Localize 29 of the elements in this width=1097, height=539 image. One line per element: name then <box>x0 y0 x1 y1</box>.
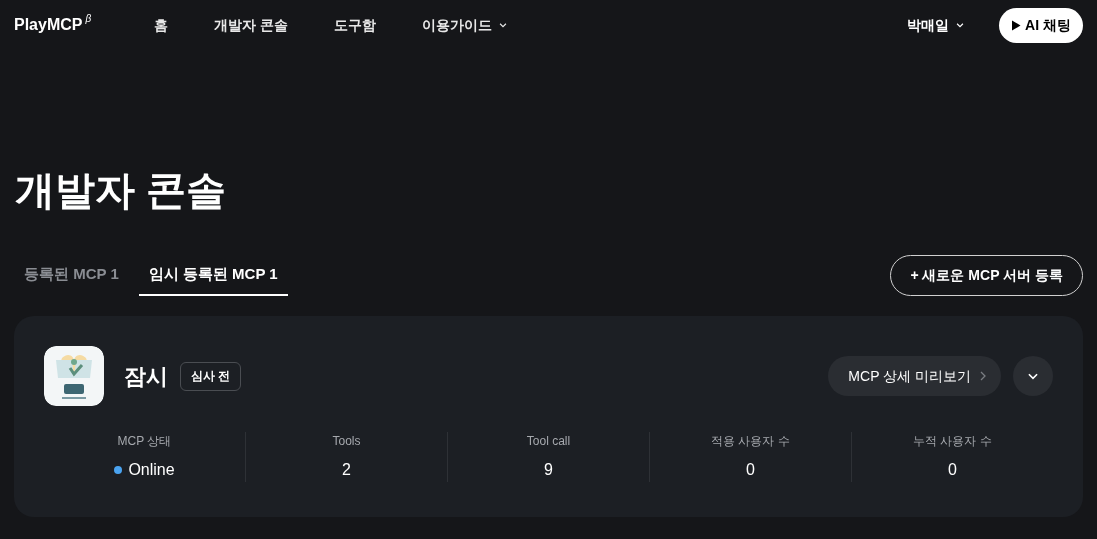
tab[interactable]: 임시 등록된 MCP 1 <box>138 254 288 296</box>
caret-icon <box>955 20 966 30</box>
stat-value: 2 <box>342 460 351 480</box>
nav-link[interactable]: 홈 <box>154 14 168 36</box>
tab[interactable]: 등록된 MCP 1 <box>14 254 129 296</box>
expand-button[interactable] <box>1013 356 1053 396</box>
stat-label: 누적 사용자 수 <box>913 433 992 450</box>
user-menu[interactable]: 박매일 <box>907 14 966 36</box>
stat-label: Tool call <box>526 433 571 450</box>
preview-button[interactable]: MCP 상세 미리보기 <box>828 356 1001 396</box>
server-name: 잠시 <box>124 362 168 391</box>
stat-label: MCP 상태 <box>117 433 172 450</box>
stat-value: Online <box>128 460 175 480</box>
page-title: 개발자 콘솔 <box>15 167 228 214</box>
nav-link[interactable]: 개발자 콘솔 <box>214 14 288 36</box>
stat-value: 0 <box>948 460 957 480</box>
nav-link[interactable]: 이용가이드 <box>421 14 508 36</box>
stat-value: 0 <box>746 460 755 480</box>
nav-link[interactable]: 도구함 <box>333 14 376 36</box>
status-badge: 심사 전 <box>180 361 242 391</box>
stat-label: Tools <box>332 433 361 450</box>
stat-value: 9 <box>544 460 553 480</box>
ai-chat-button[interactable]: AI 채팅 <box>999 7 1083 43</box>
caret-icon <box>497 20 508 30</box>
chevron-right-icon <box>979 371 987 381</box>
stat-label: 적용 사용자 수 <box>711 433 790 450</box>
logo[interactable]: PlayMCP <box>14 13 83 37</box>
play-icon <box>1011 19 1022 31</box>
beta-mark: β <box>85 12 92 26</box>
